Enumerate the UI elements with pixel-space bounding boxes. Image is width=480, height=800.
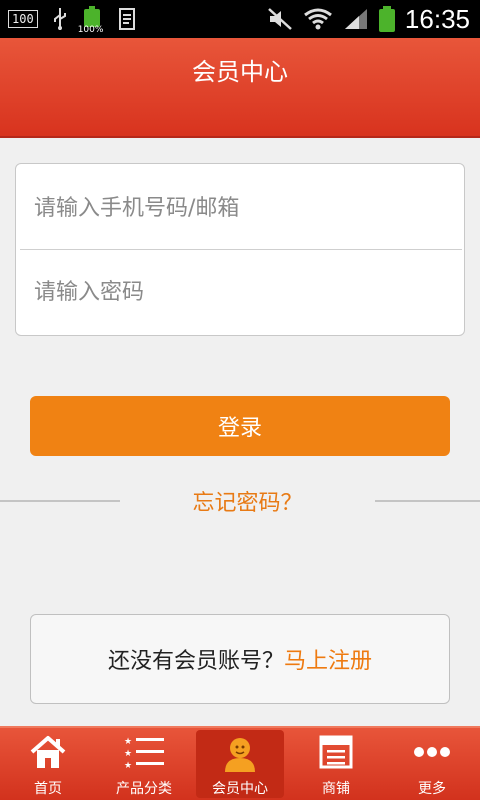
svg-text:★: ★ xyxy=(124,749,132,759)
nav-more-label: 更多 xyxy=(418,781,446,797)
forgot-password-link[interactable]: 忘记密码？ xyxy=(120,485,375,517)
nav-category-label: 产品分类 xyxy=(116,781,172,797)
status-left: 100 100% xyxy=(8,0,138,38)
mute-icon xyxy=(268,8,292,30)
register-question: 还没有会员账号？ xyxy=(107,649,284,674)
header-bar: 会员中心 xyxy=(0,38,480,138)
divider-right xyxy=(375,500,480,502)
document-icon xyxy=(118,8,135,30)
nav-shop[interactable]: 商铺 xyxy=(288,728,384,800)
more-icon xyxy=(414,747,450,757)
status-bar: 100 100% 16:35 xyxy=(0,0,480,38)
home-icon xyxy=(30,736,66,768)
svg-text:★: ★ xyxy=(124,761,132,770)
nav-shop-label: 商铺 xyxy=(322,781,350,797)
register-link[interactable]: 马上注册 xyxy=(284,643,372,675)
shop-icon xyxy=(319,735,353,769)
divider-left xyxy=(0,500,120,502)
user-icon xyxy=(225,738,255,772)
register-box: 还没有会员账号？ 马上注册 xyxy=(30,614,450,704)
bottom-nav: 首页 ★ ★ ★ 产品分类 会员中心 商铺 更多 xyxy=(0,726,480,800)
nav-home-label: 首页 xyxy=(34,781,62,797)
usb-icon xyxy=(53,8,66,30)
page-title: 会员中心 xyxy=(192,58,288,86)
phone-email-input[interactable] xyxy=(34,166,454,250)
login-button[interactable]: 登录 xyxy=(30,396,450,456)
nav-category[interactable]: ★ ★ ★ 产品分类 xyxy=(96,728,192,800)
battery-full-icon: 100% xyxy=(78,6,104,35)
battery-icon xyxy=(378,6,395,32)
clock: 16:35 xyxy=(404,3,470,34)
login-form xyxy=(15,163,465,336)
status-right: 16:35 xyxy=(267,0,470,38)
password-input[interactable] xyxy=(34,250,454,334)
signal-icon xyxy=(344,9,367,29)
nav-member-center[interactable]: 会员中心 xyxy=(196,730,284,798)
wifi-icon xyxy=(304,8,332,30)
list-icon: ★ ★ ★ xyxy=(124,737,164,770)
svg-text:★: ★ xyxy=(124,737,132,747)
nav-home[interactable]: 首页 xyxy=(0,728,96,800)
battery-percent: 100% xyxy=(77,25,104,35)
nav-member-label: 会员中心 xyxy=(212,781,268,797)
nav-more[interactable]: 更多 xyxy=(384,728,480,800)
notification-badge: 100 xyxy=(8,10,38,28)
